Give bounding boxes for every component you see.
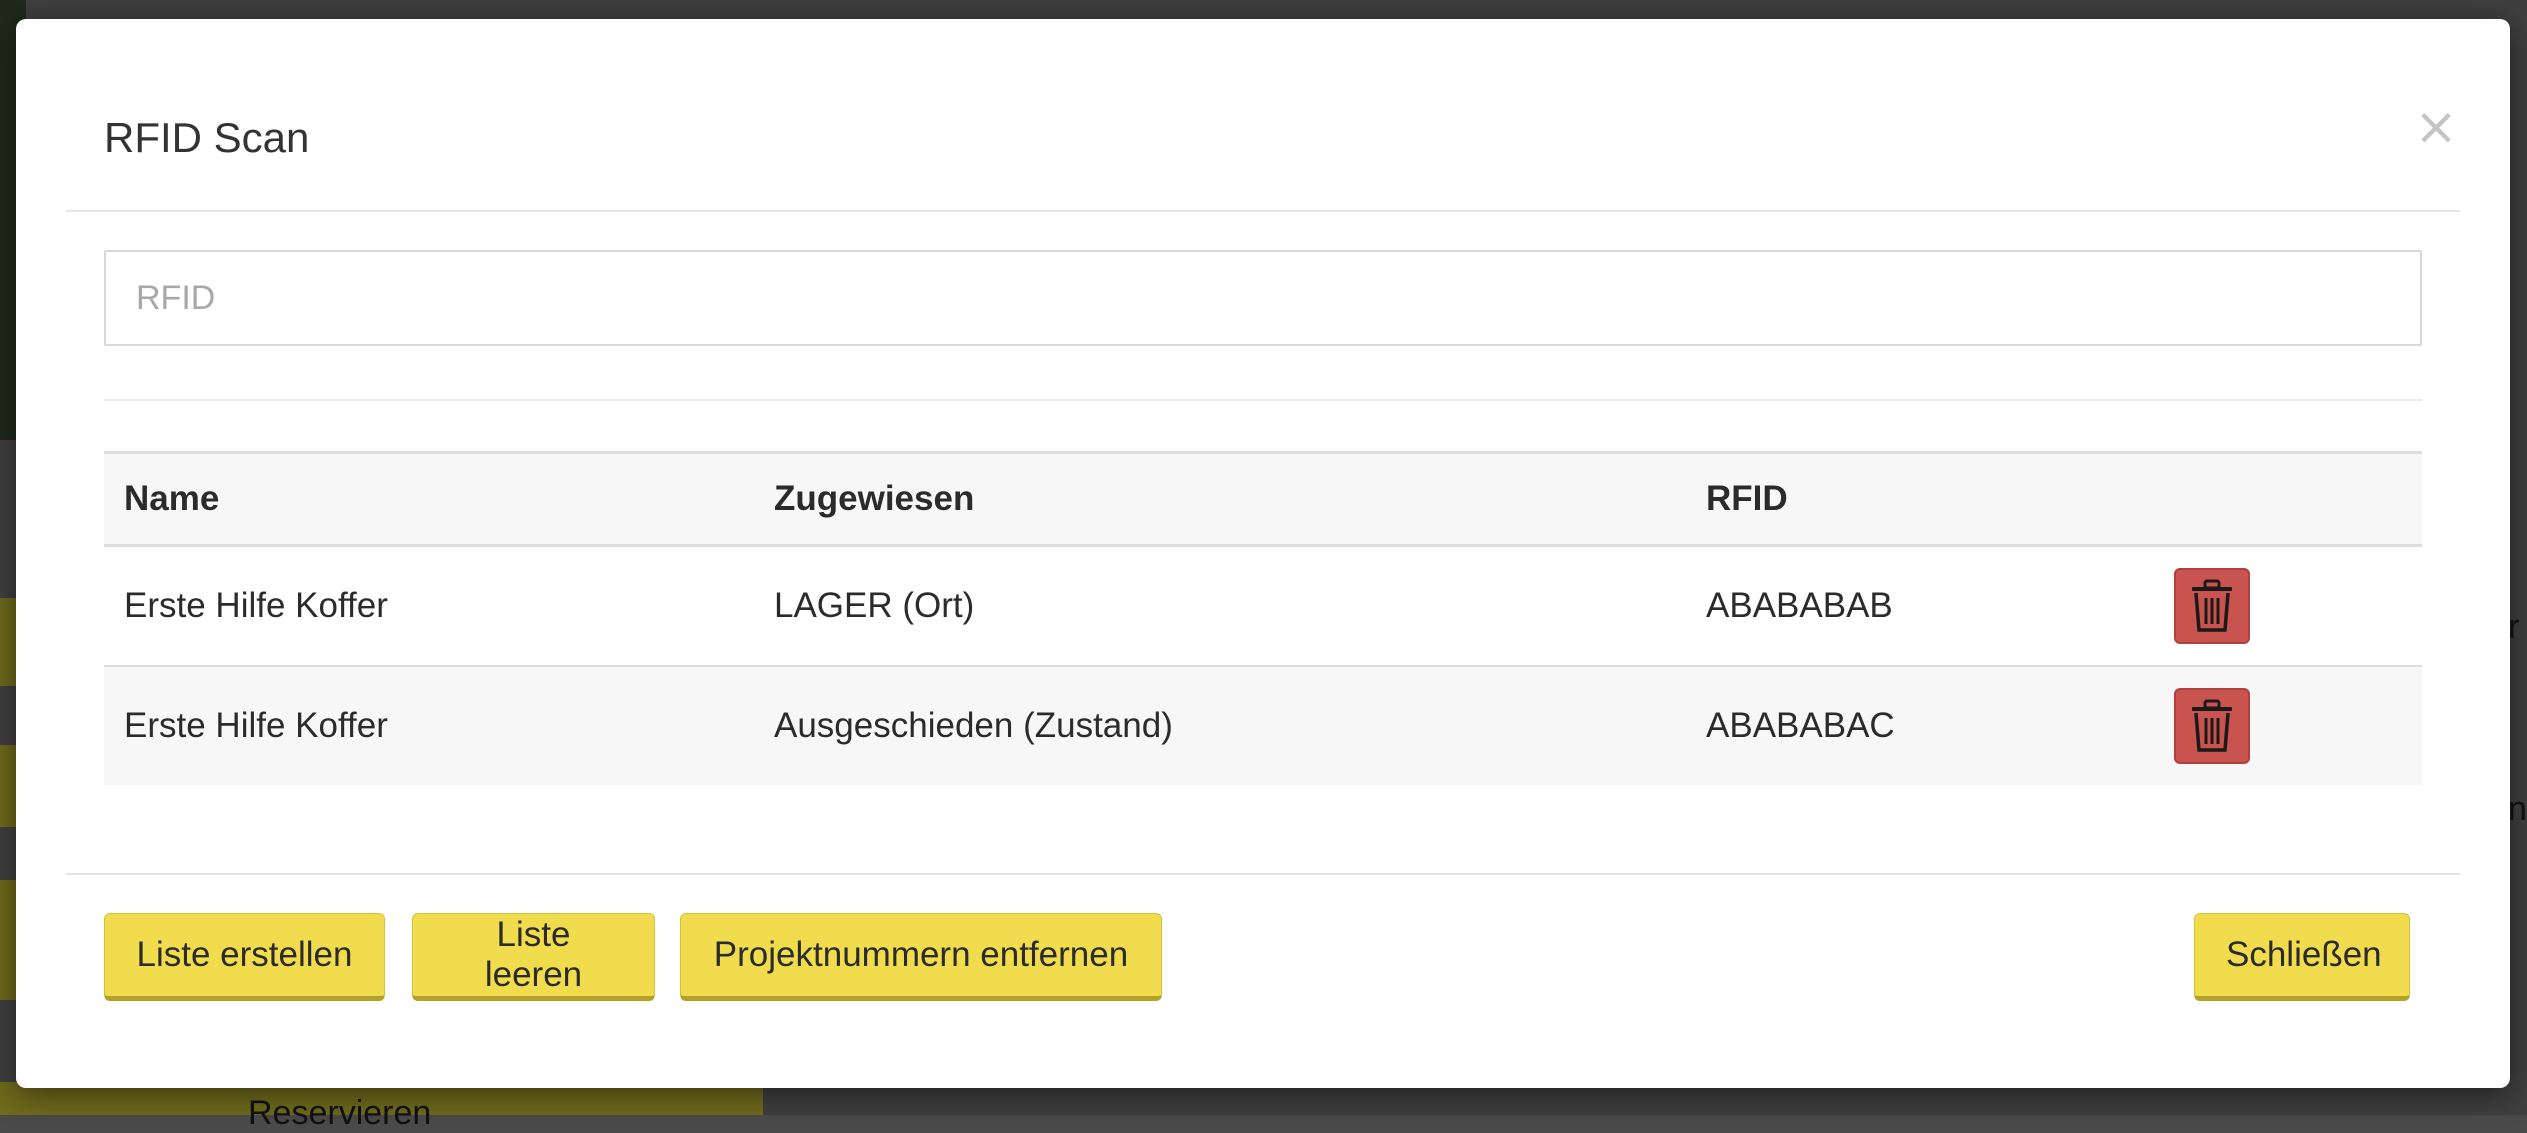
modal-header: RFID Scan × <box>66 19 2460 212</box>
schliessen-button[interactable]: Schließen <box>2194 913 2410 1001</box>
liste-leeren-button[interactable]: Liste leeren <box>412 913 655 1001</box>
table-row: Erste Hilfe Koffer Ausgeschieden (Zustan… <box>104 666 2422 785</box>
cell-name: Erste Hilfe Koffer <box>104 545 754 667</box>
column-header-actions <box>2154 451 2422 547</box>
column-header-name: Name <box>104 451 754 547</box>
column-header-rfid: RFID <box>1686 451 2154 547</box>
background-partial-text: n <box>2508 790 2527 828</box>
table-header-row: Name Zugewiesen RFID <box>104 451 2422 547</box>
background-reservieren-label: Reservieren <box>248 1094 432 1132</box>
rfid-results-table: Name Zugewiesen RFID Erste Hilfe Koffer … <box>104 451 2422 785</box>
delete-row-button[interactable] <box>2174 688 2250 764</box>
cell-zugewiesen: Ausgeschieden (Zustand) <box>754 666 1686 785</box>
rfid-input[interactable] <box>104 250 2422 346</box>
column-header-zugewiesen: Zugewiesen <box>754 451 1686 547</box>
table-row: Erste Hilfe Koffer LAGER (Ort) ABABABAB <box>104 545 2422 667</box>
projektnummern-entfernen-button[interactable]: Projektnummern entfernen <box>680 913 1162 1001</box>
trash-icon <box>2192 699 2232 752</box>
divider <box>104 399 2422 401</box>
cell-name: Erste Hilfe Koffer <box>104 666 754 785</box>
modal-title: RFID Scan <box>104 114 310 161</box>
close-icon[interactable]: × <box>2412 101 2460 153</box>
rfid-scan-modal: RFID Scan × Name Zugewiesen RFID Erste H… <box>16 19 2510 1088</box>
liste-erstellen-button[interactable]: Liste erstellen <box>104 913 385 1001</box>
delete-row-button[interactable] <box>2174 568 2250 644</box>
cell-zugewiesen: LAGER (Ort) <box>754 545 1686 667</box>
cell-rfid: ABABABAB <box>1686 545 2154 667</box>
trash-icon <box>2192 579 2232 632</box>
cell-actions <box>2154 545 2422 667</box>
cell-actions <box>2154 666 2422 785</box>
cell-rfid: ABABABAC <box>1686 666 2154 785</box>
footer-divider <box>66 873 2460 875</box>
